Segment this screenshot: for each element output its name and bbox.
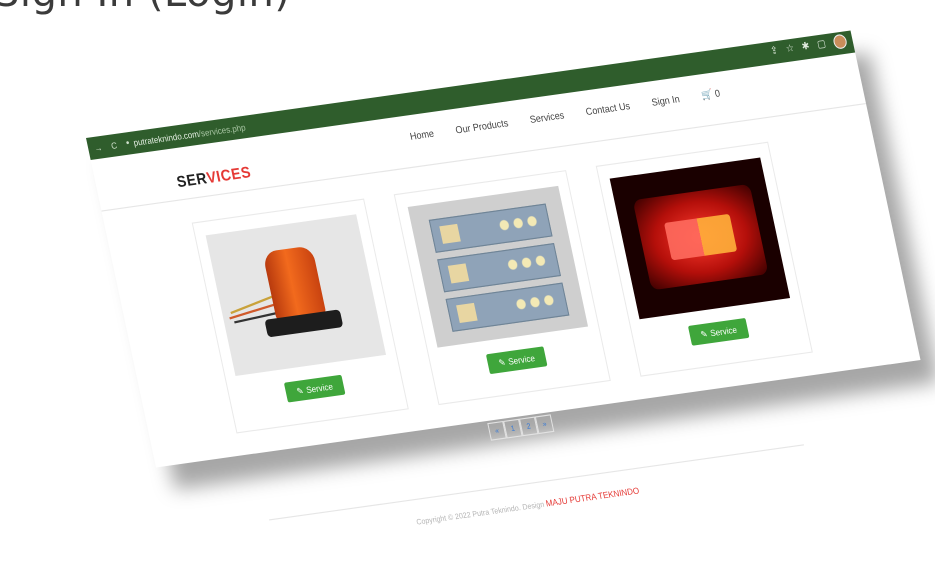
url-path: /services.php <box>197 121 247 139</box>
bookmark-star-icon[interactable]: ☆ <box>785 42 796 55</box>
nav-contact-us[interactable]: Contact Us <box>585 100 632 118</box>
forward-icon[interactable]: → <box>91 142 105 154</box>
nav-sign-in[interactable]: Sign In <box>651 93 681 109</box>
cart-icon: 🛒 <box>700 88 714 102</box>
nav-our-products[interactable]: Our Products <box>454 117 509 136</box>
beacon-light-image <box>205 214 387 376</box>
wrench-icon: ✎ <box>699 328 709 340</box>
nav-services[interactable]: Services <box>529 109 566 126</box>
extensions-icon[interactable]: ✱ <box>801 40 811 53</box>
page-heading: SERVICES <box>175 163 253 191</box>
service-card: ✎ Service <box>191 198 409 434</box>
service-button-label: Service <box>507 352 536 367</box>
website-screenshot: → C ● putrateknindo.com/services.php ⇪ ☆… <box>86 30 921 527</box>
heading-prefix: SER <box>175 168 209 191</box>
url-host: putrateknindo.com <box>132 128 200 148</box>
wrench-icon: ✎ <box>497 356 507 368</box>
service-card: ✎ Service <box>393 170 611 406</box>
page-next[interactable]: » <box>534 414 555 435</box>
service-button[interactable]: ✎ Service <box>485 346 548 375</box>
reload-icon[interactable]: C <box>107 140 121 152</box>
wrench-icon: ✎ <box>295 385 305 397</box>
service-button-label: Service <box>305 381 334 395</box>
profile-avatar[interactable] <box>832 33 849 50</box>
pagination: « 1 2 » <box>487 414 555 441</box>
cart-count: 0 <box>713 87 722 100</box>
share-icon[interactable]: ⇪ <box>769 44 779 57</box>
service-card: ✎ Service <box>595 141 813 377</box>
footer: Copyright © 2022 Putra Teknindo. Design … <box>415 486 640 527</box>
lock-icon: ● <box>125 139 131 147</box>
tail-lamp-image <box>609 157 791 320</box>
sidepanel-icon[interactable]: ▢ <box>816 38 827 51</box>
service-button[interactable]: ✎ Service <box>687 317 750 346</box>
nav-home[interactable]: Home <box>409 128 435 143</box>
cart-link[interactable]: 🛒 0 <box>700 88 721 103</box>
service-button[interactable]: ✎ Service <box>283 374 346 403</box>
slide-title: Sign In (Login) <box>0 0 290 16</box>
service-button-label: Service <box>709 324 738 338</box>
footer-text: Copyright © 2022 Putra Teknindo. Design <box>415 501 546 527</box>
footer-brand-link[interactable]: MAJU PUTRA TEKNINDO <box>545 486 640 509</box>
heading-accent: VICES <box>204 162 253 187</box>
led-pcb-image <box>407 185 589 348</box>
